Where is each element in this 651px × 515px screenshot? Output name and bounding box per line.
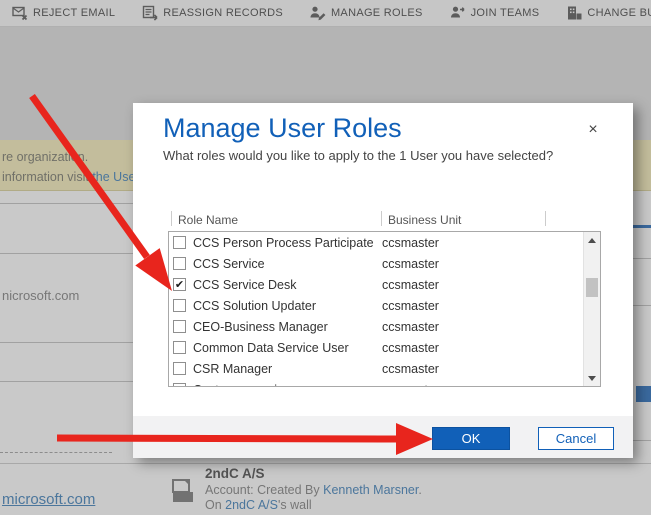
column-separator: [171, 211, 172, 226]
role-checkbox[interactable]: [173, 278, 186, 291]
role-name-cell: Customer service: [193, 383, 290, 388]
dialog-footer: OK Cancel: [133, 416, 633, 458]
business-unit-cell: ccsmaster: [382, 236, 439, 250]
role-checkbox[interactable]: [173, 257, 186, 270]
table-header: Role Name Business Unit: [133, 209, 633, 231]
app-window: REJECT EMAIL REASSIGN RECORDS MANAGE ROL…: [0, 0, 651, 515]
scrollbar-down-icon[interactable]: [584, 370, 600, 386]
role-row[interactable]: Common Data Service User ccsmaster: [169, 337, 600, 358]
role-name-cell: Common Data Service User: [193, 341, 349, 355]
role-row[interactable]: CCS Solution Updater ccsmaster: [169, 295, 600, 316]
dialog-title: Manage User Roles: [163, 113, 402, 144]
role-row[interactable]: CSR Manager ccsmaster: [169, 358, 600, 379]
scrollbar-up-icon[interactable]: [584, 232, 600, 248]
column-header-business-unit: Business Unit: [388, 213, 461, 227]
close-icon[interactable]: ×: [583, 120, 603, 140]
role-checkbox[interactable]: [173, 362, 186, 375]
ok-button[interactable]: OK: [432, 427, 510, 450]
business-unit-cell: ccsmaster: [382, 278, 439, 292]
role-row[interactable]: CCS Person Process Participate ccsmaster: [169, 232, 600, 253]
business-unit-cell: ccsmaster: [382, 383, 439, 388]
roles-list: CCS Person Process Participate ccsmaster…: [168, 231, 601, 387]
role-name-cell: CSR Manager: [193, 362, 272, 376]
role-name-cell: CCS Person Process Participate: [193, 236, 374, 250]
dialog-subtitle: What roles would you like to apply to th…: [163, 148, 553, 163]
business-unit-cell: ccsmaster: [382, 320, 439, 334]
column-separator: [381, 211, 382, 226]
role-name-cell: CCS Service Desk: [193, 278, 297, 292]
role-row[interactable]: CEO-Business Manager ccsmaster: [169, 316, 600, 337]
scrollbar[interactable]: [583, 232, 600, 386]
role-name-cell: CCS Solution Updater: [193, 299, 316, 313]
role-checkbox[interactable]: [173, 236, 186, 249]
role-row[interactable]: CCS Service Desk ccsmaster: [169, 274, 600, 295]
role-row[interactable]: CCS Service ccsmaster: [169, 253, 600, 274]
scrollbar-thumb[interactable]: [586, 278, 598, 297]
role-checkbox[interactable]: [173, 341, 186, 354]
column-separator: [545, 211, 546, 226]
business-unit-cell: ccsmaster: [382, 341, 439, 355]
cancel-button[interactable]: Cancel: [538, 427, 614, 450]
column-header-role-name: Role Name: [178, 213, 238, 227]
business-unit-cell: ccsmaster: [382, 299, 439, 313]
role-checkbox[interactable]: [173, 320, 186, 333]
manage-user-roles-dialog: Manage User Roles × What roles would you…: [133, 103, 633, 458]
role-name-cell: CEO-Business Manager: [193, 320, 328, 334]
role-checkbox[interactable]: [173, 383, 186, 387]
business-unit-cell: ccsmaster: [382, 362, 439, 376]
role-checkbox[interactable]: [173, 299, 186, 312]
role-name-cell: CCS Service: [193, 257, 265, 271]
business-unit-cell: ccsmaster: [382, 257, 439, 271]
role-row[interactable]: Customer service ccsmaster: [169, 379, 600, 387]
